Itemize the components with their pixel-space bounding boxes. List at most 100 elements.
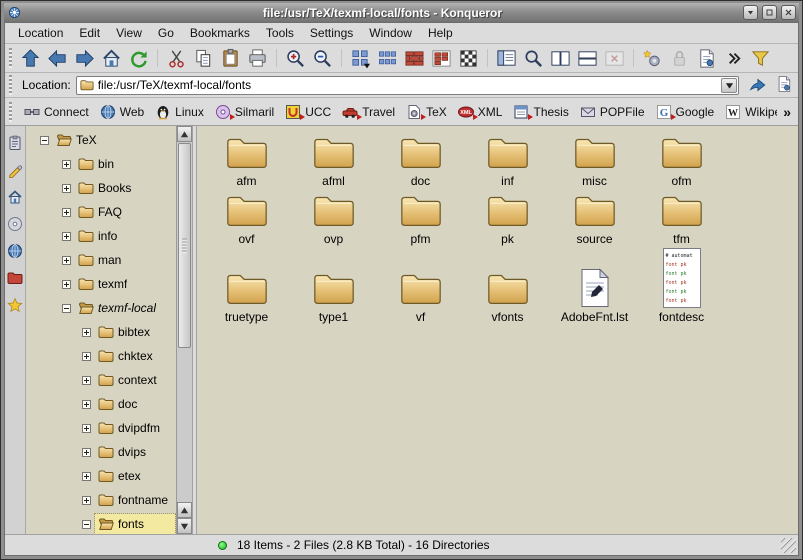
text-view-button[interactable] bbox=[428, 46, 455, 71]
expander-icon[interactable] bbox=[82, 400, 91, 409]
document-button[interactable] bbox=[693, 46, 720, 71]
bookmark-item[interactable]: Web bbox=[96, 102, 148, 122]
bookmark-item[interactable]: Linux bbox=[151, 102, 208, 122]
location-toolbar-handle[interactable] bbox=[9, 75, 12, 95]
file-item[interactable]: type1 bbox=[311, 268, 357, 326]
expander-icon[interactable] bbox=[82, 328, 91, 337]
bookmark-item[interactable]: Google bbox=[652, 102, 719, 122]
menu-item[interactable]: Bookmarks bbox=[183, 24, 257, 42]
tree-item[interactable]: texmf-local bbox=[26, 296, 176, 320]
tree-item[interactable]: etex bbox=[26, 464, 176, 488]
tree-item-body[interactable]: dvipdfm bbox=[95, 418, 175, 438]
toolbar-handle[interactable] bbox=[9, 48, 12, 68]
tree-item[interactable]: context bbox=[26, 368, 176, 392]
scroll-up-button[interactable] bbox=[177, 126, 192, 142]
sidebar-module-devices[interactable] bbox=[7, 215, 24, 232]
back-button[interactable] bbox=[44, 46, 71, 71]
file-item[interactable]: doc bbox=[398, 132, 444, 190]
expander-icon[interactable] bbox=[62, 280, 71, 289]
bookmark-overflow-chevron[interactable]: » bbox=[780, 104, 794, 120]
bookmark-item[interactable]: TeX bbox=[402, 102, 451, 122]
menu-item[interactable]: Settings bbox=[303, 24, 360, 42]
menu-item[interactable]: View bbox=[109, 24, 149, 42]
find-file-button[interactable] bbox=[520, 46, 547, 71]
bookmark-item[interactable]: UCC bbox=[281, 102, 335, 122]
forward-button[interactable] bbox=[71, 46, 98, 71]
expander-icon[interactable] bbox=[82, 496, 91, 505]
expander-icon[interactable] bbox=[62, 184, 71, 193]
file-item[interactable]: truetype bbox=[224, 268, 270, 326]
scroll-down-button[interactable] bbox=[177, 518, 192, 534]
menu-item[interactable]: Location bbox=[11, 24, 70, 42]
file-item[interactable]: pk bbox=[485, 190, 531, 248]
file-item[interactable]: afml bbox=[311, 132, 357, 190]
icon-view[interactable]: afm afml doc bbox=[197, 126, 798, 534]
file-item[interactable]: afm bbox=[224, 132, 270, 190]
tree-item[interactable]: texmf bbox=[26, 272, 176, 296]
file-item[interactable]: vf bbox=[398, 268, 444, 326]
expander-icon[interactable] bbox=[82, 448, 91, 457]
tree-item-body[interactable]: Books bbox=[75, 178, 175, 198]
tree-item[interactable]: FAQ bbox=[26, 200, 176, 224]
close-button[interactable] bbox=[781, 5, 796, 20]
sidebar-module-root[interactable] bbox=[7, 269, 24, 286]
bookmark-item[interactable]: Wikipedia bbox=[721, 102, 777, 122]
tree-item-body[interactable]: FAQ bbox=[75, 202, 175, 222]
file-item[interactable]: ovp bbox=[311, 190, 357, 248]
expander-icon[interactable] bbox=[82, 472, 91, 481]
tree-item-body[interactable]: doc bbox=[95, 394, 175, 414]
titlebar[interactable]: file:/usr/TeX/texmf-local/fonts - Konque… bbox=[4, 3, 799, 22]
show-navigation-panel-button[interactable] bbox=[493, 46, 520, 71]
copy-button[interactable] bbox=[190, 46, 217, 71]
menu-item[interactable]: Go bbox=[151, 24, 181, 42]
tree-item[interactable]: chktex bbox=[26, 344, 176, 368]
expander-icon[interactable] bbox=[62, 208, 71, 217]
zoom-out-button[interactable] bbox=[309, 46, 336, 71]
expander-icon[interactable] bbox=[40, 136, 49, 145]
file-item[interactable]: tfm bbox=[659, 190, 705, 248]
maximize-button[interactable] bbox=[762, 5, 777, 20]
scroll-up-button-2[interactable] bbox=[177, 502, 192, 518]
print-button[interactable] bbox=[244, 46, 271, 71]
expander-icon[interactable] bbox=[82, 376, 91, 385]
tree-item-body[interactable]: texmf bbox=[75, 274, 175, 294]
cut-button[interactable] bbox=[163, 46, 190, 71]
zoom-in-button[interactable] bbox=[282, 46, 309, 71]
tree-item[interactable]: doc bbox=[26, 392, 176, 416]
toolbar-overflow-button[interactable] bbox=[720, 46, 747, 71]
sidebar-module-history[interactable] bbox=[7, 161, 24, 178]
resize-grip[interactable] bbox=[781, 538, 796, 553]
paste-button[interactable] bbox=[217, 46, 244, 71]
location-extension-button[interactable] bbox=[775, 75, 793, 96]
location-combobox[interactable] bbox=[76, 76, 739, 95]
file-item[interactable]: ofm bbox=[659, 132, 705, 190]
konqueror-app-icon[interactable] bbox=[7, 5, 22, 20]
tree-item-body[interactable]: info bbox=[75, 226, 175, 246]
tree-item-body[interactable]: TeX bbox=[53, 130, 175, 150]
mixed-view-button[interactable] bbox=[455, 46, 482, 71]
tree-item-body[interactable]: bibtex bbox=[95, 322, 175, 342]
expander-icon[interactable] bbox=[62, 256, 71, 265]
tree-scrollbar[interactable] bbox=[176, 126, 192, 534]
tree-item[interactable]: Books bbox=[26, 176, 176, 200]
expander-icon[interactable] bbox=[82, 520, 91, 529]
icon-view-button[interactable] bbox=[347, 46, 374, 71]
file-item[interactable]: AdobeFnt.lst bbox=[561, 268, 628, 326]
split-view-left-right-button[interactable] bbox=[547, 46, 574, 71]
sidebar-module-network[interactable] bbox=[7, 242, 24, 259]
file-item[interactable]: ovf bbox=[224, 190, 270, 248]
sidebar-module-home[interactable] bbox=[7, 188, 24, 205]
tree-item-body[interactable]: man bbox=[75, 250, 175, 270]
up-button[interactable] bbox=[17, 46, 44, 71]
tree-item[interactable]: man bbox=[26, 248, 176, 272]
file-item[interactable]: misc bbox=[572, 132, 618, 190]
sidebar-module-bookmarks[interactable] bbox=[7, 296, 24, 313]
bookmark-item[interactable]: Connect bbox=[20, 102, 93, 122]
file-item[interactable]: source bbox=[572, 190, 618, 248]
tree-item[interactable]: info bbox=[26, 224, 176, 248]
multicolumn-view-button[interactable] bbox=[374, 46, 401, 71]
filter-button[interactable] bbox=[747, 46, 774, 71]
customize-button[interactable] bbox=[639, 46, 666, 71]
file-item[interactable]: pfm bbox=[398, 190, 444, 248]
bookmark-item[interactable]: Silmaril bbox=[211, 102, 278, 122]
